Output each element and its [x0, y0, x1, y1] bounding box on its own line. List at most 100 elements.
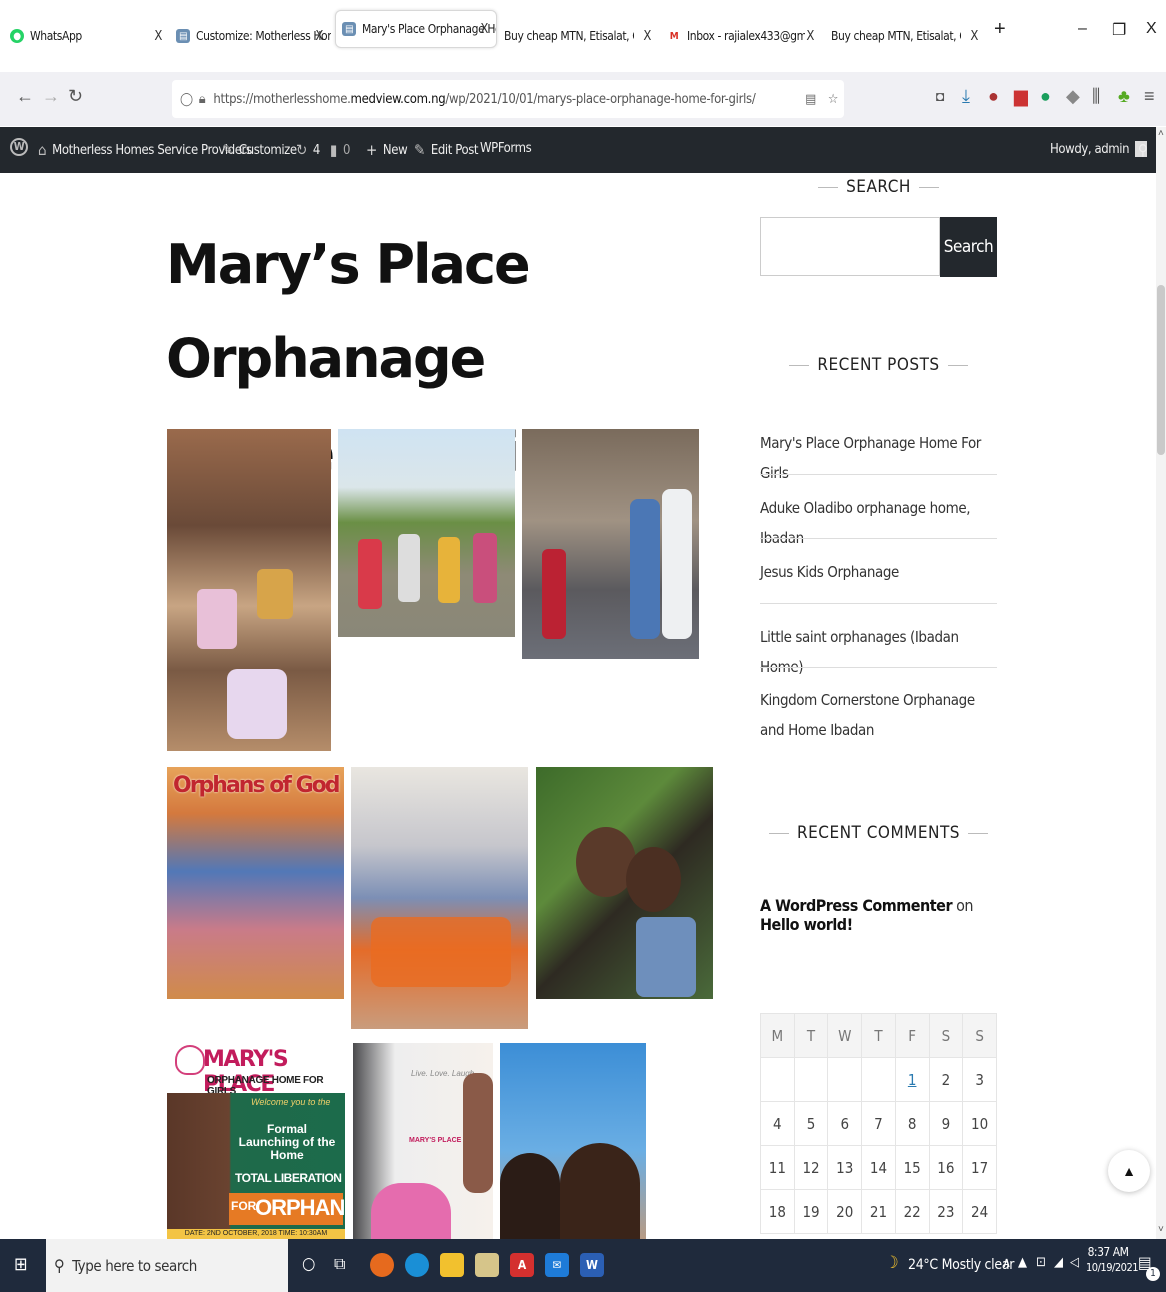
calendar-day: 2: [928, 1057, 964, 1102]
weather-icon[interactable]: ☽: [885, 1253, 899, 1273]
lock-icon[interactable]: 🔒︎: [199, 92, 206, 107]
gallery-photo-girls-swing[interactable]: [536, 767, 713, 999]
close-tab-icon[interactable]: X: [154, 29, 162, 44]
calendar-day-header: F: [894, 1013, 930, 1058]
calendar-day: 19: [793, 1189, 829, 1234]
comment-post-link[interactable]: Hello world!: [760, 915, 853, 934]
tab-gmail-inbox[interactable]: M Inbox - rajialex433@gmail.com X: [667, 14, 822, 58]
store-icon[interactable]: [475, 1253, 499, 1277]
network-icon[interactable]: ▲: [1018, 1255, 1027, 1270]
edge-icon[interactable]: [405, 1253, 429, 1277]
wifi-icon[interactable]: ◢: [1054, 1255, 1063, 1270]
wp-updates[interactable]: ↻ 4: [296, 141, 320, 159]
poster-org-name: Orphans of God: [173, 773, 340, 798]
wp-howdy[interactable]: Howdy, admin: [1050, 141, 1148, 157]
close-window-button[interactable]: X: [1146, 20, 1157, 38]
scroll-up-icon[interactable]: ˄: [1158, 128, 1164, 139]
tab-whatsapp[interactable]: ● WhatsApp X: [10, 14, 170, 58]
wordpress-logo-icon[interactable]: W: [10, 138, 28, 156]
back-to-top-button[interactable]: ▲: [1108, 1150, 1150, 1192]
recent-post-link[interactable]: Little saint orphanages (Ibadan Home): [760, 622, 997, 682]
wp-search-icon[interactable]: ⚲: [1138, 141, 1148, 159]
wp-edit-post[interactable]: ✎ Edit Post: [414, 141, 479, 159]
recent-post-link[interactable]: Mary's Place Orphanage Home For Girls: [760, 428, 997, 488]
scroll-down-icon[interactable]: ˅: [1158, 1224, 1164, 1235]
minimize-button[interactable]: –: [1078, 20, 1087, 38]
forward-arrow-icon[interactable]: →: [42, 86, 60, 107]
calendar-day-header: S: [962, 1013, 997, 1058]
menu-icon[interactable]: ≡: [1144, 86, 1155, 107]
gallery-photo-banner[interactable]: Live. Love. Laugh. MARY'S PLACE: [353, 1043, 493, 1239]
reload-icon[interactable]: ↻: [68, 86, 83, 107]
calendar-day: 5: [793, 1101, 829, 1146]
shield-icon[interactable]: ◯: [180, 92, 193, 107]
gallery-photo-girls-crowns[interactable]: [500, 1043, 646, 1239]
close-tab-icon[interactable]: X: [315, 29, 323, 44]
gallery-photo-nuns-children[interactable]: [522, 429, 699, 659]
reader-view-icon[interactable]: ▤: [805, 92, 816, 107]
gallery-photo-nuns-orange[interactable]: [351, 767, 528, 1029]
cortana-icon[interactable]: ○: [302, 1254, 315, 1274]
close-tab-icon[interactable]: X: [806, 29, 814, 44]
calendar-week-row: 1 2 3: [760, 1057, 997, 1102]
language-icon[interactable]: ⊡: [1036, 1255, 1046, 1270]
extension-icon[interactable]: ●: [988, 86, 999, 107]
pocket-icon[interactable]: ◘: [936, 88, 944, 104]
extension-badge-icon[interactable]: ◆: [1066, 86, 1080, 107]
library-icon[interactable]: ⫼: [1092, 86, 1100, 107]
wp-customize[interactable]: ✎ Customize: [222, 141, 297, 159]
close-tab-icon[interactable]: X: [970, 29, 978, 44]
firefox-icon[interactable]: [370, 1253, 394, 1277]
calendar-day-header: T: [793, 1013, 829, 1058]
task-view-icon[interactable]: ⧉: [334, 1254, 345, 1274]
calendar-day: 17: [962, 1145, 997, 1190]
gallery-photo-children-outdoor[interactable]: [338, 429, 515, 637]
download-icon[interactable]: ⤓: [962, 86, 970, 107]
bookmark-star-icon[interactable]: ☆: [828, 92, 838, 107]
tray-chevron-icon[interactable]: ∧: [1002, 1255, 1011, 1271]
new-label: New: [382, 142, 408, 158]
calendar-day: 21: [861, 1189, 896, 1234]
volume-icon[interactable]: ◁: [1070, 1255, 1079, 1270]
mail-icon[interactable]: ✉: [545, 1253, 569, 1277]
calendar-day-link[interactable]: 1: [894, 1057, 930, 1102]
scrollbar-thumb[interactable]: [1157, 285, 1165, 455]
notification-count-badge: 1: [1146, 1267, 1160, 1281]
wp-wpforms[interactable]: WPForms: [480, 141, 532, 156]
word-icon[interactable]: W: [580, 1253, 604, 1277]
sidebar-search-button[interactable]: Search: [940, 217, 997, 277]
acrobat-icon[interactable]: A: [510, 1253, 534, 1277]
taskbar-search-box[interactable]: ⚲ Type here to search: [46, 1239, 288, 1292]
gallery-poster-marys-place[interactable]: MARY'S PLACE ORPHANAGE HOME FOR GIRLS We…: [167, 1043, 345, 1239]
recent-post-link[interactable]: Jesus Kids Orphanage: [760, 557, 997, 587]
calendar-day: 23: [928, 1189, 964, 1234]
new-tab-button[interactable]: +: [994, 18, 1006, 41]
file-explorer-icon[interactable]: [440, 1253, 464, 1277]
comment-author-link[interactable]: A WordPress Commenter: [760, 896, 953, 915]
tab-marys-place[interactable]: ▤ Mary's Place Orphanage Home X: [335, 10, 497, 48]
tab-buy-cheap-2[interactable]: Buy cheap MTN, Etisalat, Glo, Airtel X: [831, 14, 986, 58]
grammarly-icon[interactable]: ●: [1040, 86, 1051, 107]
site-favicon-icon: ▤: [342, 22, 356, 36]
address-bar[interactable]: ◯ 🔒︎ https://motherlesshome. medview.com.…: [172, 80, 844, 118]
gallery-photo-orphans-of-god[interactable]: Orphans of God: [167, 767, 344, 999]
calendar-day-header: S: [928, 1013, 964, 1058]
leaf-extension-icon[interactable]: ♣: [1118, 86, 1130, 107]
close-tab-icon[interactable]: X: [643, 29, 651, 44]
clock[interactable]: 8:37 AM 10/19/2021: [1086, 1245, 1139, 1274]
close-tab-icon[interactable]: X: [480, 22, 488, 37]
recent-post-link[interactable]: Aduke Oladibo orphanage home, Ibadan: [760, 493, 997, 553]
wp-comments[interactable]: ▮ 0: [330, 141, 350, 159]
sidebar-search-input[interactable]: [760, 217, 940, 276]
back-arrow-icon[interactable]: ←: [16, 86, 34, 107]
tab-customize[interactable]: ▤ Customize: Motherless Homes S X: [176, 14, 331, 58]
tab-buy-cheap-1[interactable]: Buy cheap MTN, Etisalat, Glo, Airtel X: [504, 14, 659, 58]
wp-new[interactable]: + New: [366, 141, 408, 159]
recent-post-link[interactable]: Kingdom Cornerstone Orphanage and Home I…: [760, 685, 997, 745]
windows-start-icon[interactable]: ⊞: [14, 1254, 28, 1275]
wp-site-name[interactable]: ⌂ Motherless Homes Service Providers: [38, 141, 252, 159]
restore-button[interactable]: ❐: [1112, 20, 1126, 40]
gallery-photo-children-group[interactable]: [167, 429, 331, 751]
weather-text[interactable]: 24°C Mostly clear: [908, 1257, 1014, 1273]
printer-icon[interactable]: ▆: [1014, 86, 1028, 107]
